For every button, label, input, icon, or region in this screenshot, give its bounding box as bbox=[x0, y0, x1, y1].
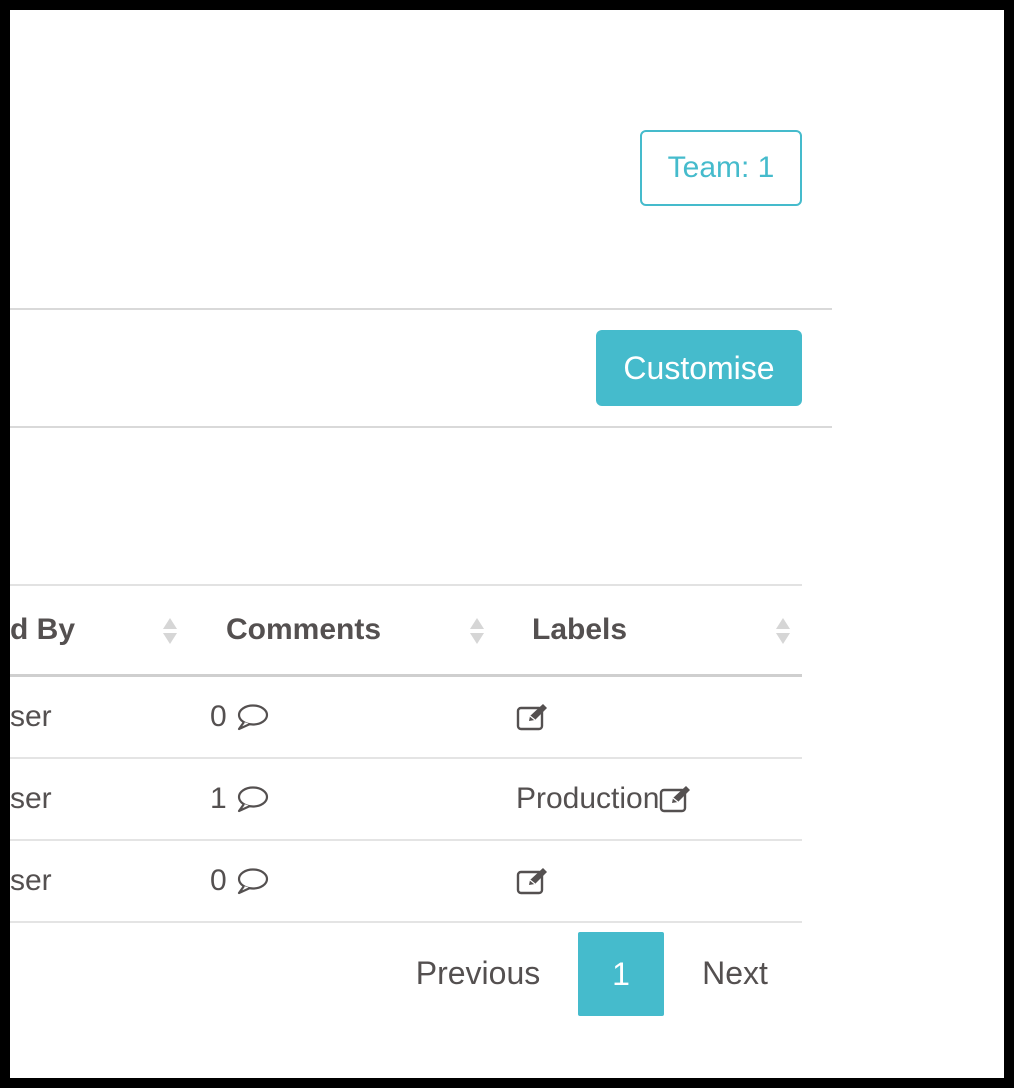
speech-bubble-icon bbox=[237, 704, 268, 731]
team-button[interactable]: Team: 1 bbox=[640, 130, 802, 206]
column-header-label: Labels bbox=[532, 613, 628, 646]
cell-labels bbox=[516, 841, 550, 921]
table-row: ser 0 bbox=[10, 677, 802, 759]
pagination-page-current[interactable]: 1 bbox=[578, 932, 664, 1016]
column-header-comments[interactable]: Comments bbox=[226, 586, 456, 674]
divider bbox=[10, 426, 832, 428]
divider bbox=[10, 308, 832, 310]
cell-comments[interactable]: 0 bbox=[210, 841, 269, 921]
label-text[interactable]: Production bbox=[516, 782, 659, 816]
table-header: d By Comments Labels bbox=[10, 586, 802, 677]
sort-icon[interactable] bbox=[775, 616, 791, 646]
cell-created-by: ser bbox=[10, 782, 52, 815]
cell-comments[interactable]: 0 bbox=[210, 677, 269, 757]
sort-icon[interactable] bbox=[469, 616, 485, 646]
pagination-next[interactable]: Next bbox=[690, 932, 780, 1014]
cell-labels: Production bbox=[516, 759, 693, 839]
edit-icon[interactable] bbox=[516, 702, 550, 732]
cell-created-by: ser bbox=[10, 700, 52, 733]
column-header-labels[interactable]: Labels bbox=[532, 586, 762, 674]
column-header-label: d By bbox=[10, 613, 76, 646]
page: Team: 1 Customise d By Comments Labels s… bbox=[10, 10, 1004, 1078]
column-header-label: Comments bbox=[226, 613, 382, 646]
edit-icon[interactable] bbox=[659, 784, 693, 814]
cell-comments[interactable]: 1 bbox=[210, 759, 269, 839]
cell-created-by: ser bbox=[10, 864, 52, 897]
speech-bubble-icon bbox=[237, 868, 268, 895]
edit-icon[interactable] bbox=[516, 866, 550, 896]
pagination-previous[interactable]: Previous bbox=[408, 932, 548, 1014]
comment-count: 1 bbox=[210, 782, 227, 815]
sort-icon[interactable] bbox=[162, 616, 178, 646]
data-table: d By Comments Labels ser 0 ser 1 Product… bbox=[10, 584, 802, 923]
comment-count: 0 bbox=[210, 700, 227, 733]
table-row: ser 0 bbox=[10, 841, 802, 923]
cell-labels bbox=[516, 677, 550, 757]
table-row: ser 1 Production bbox=[10, 759, 802, 841]
customise-button[interactable]: Customise bbox=[596, 330, 802, 406]
comment-count: 0 bbox=[210, 864, 227, 897]
speech-bubble-icon bbox=[237, 786, 268, 813]
